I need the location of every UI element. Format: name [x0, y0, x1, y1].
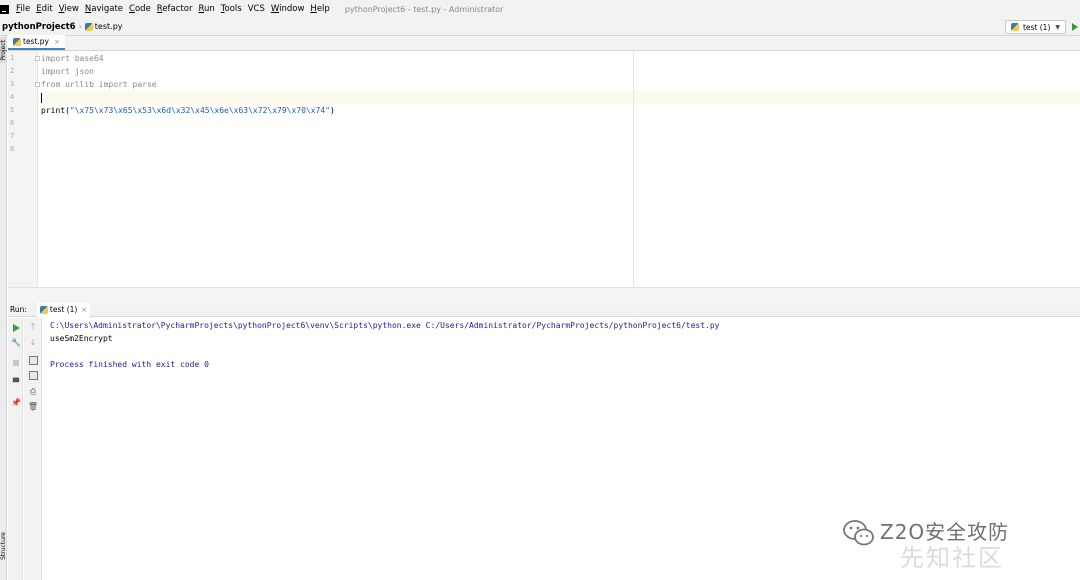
menu-file[interactable]: File	[13, 4, 33, 14]
menu-edit[interactable]: Edit	[33, 4, 55, 14]
breadcrumb-file[interactable]: test.py	[84, 22, 123, 31]
run-label: Run:	[10, 305, 27, 314]
editor-bottom-area	[8, 287, 1080, 303]
soft-wrap-icon[interactable]	[28, 355, 38, 365]
line-number-gutter: 1 2 3 4 5 6 7 8	[8, 51, 40, 287]
code-editor[interactable]: 1 2 3 4 5 6 7 8 import base64 import jso…	[8, 51, 1080, 287]
console-command-line: C:\Users\Administrator\PycharmProjects\p…	[50, 321, 720, 330]
wechat-logo-icon	[843, 520, 874, 546]
pycharm-logo-icon	[0, 4, 9, 14]
menu-window[interactable]: Window	[268, 4, 308, 14]
editor-tab-test-py[interactable]: test.py ×	[8, 35, 65, 50]
fold-start-icon[interactable]	[35, 56, 40, 61]
fold-end-icon[interactable]	[35, 82, 40, 87]
line-number: 7	[10, 132, 15, 140]
line-number: 6	[10, 119, 15, 127]
run-tab-label: test (1)	[49, 305, 78, 314]
line-number: 1	[10, 54, 15, 62]
run-toolbar-secondary: ↑ ↓ ⎙ 🗑	[24, 318, 42, 580]
editor-tab-label: test.py	[23, 37, 49, 46]
close-icon[interactable]: ×	[81, 306, 87, 314]
menu-bar: File Edit View Navigate Code Refactor Ru…	[0, 0, 1080, 18]
stop-button[interactable]	[11, 358, 21, 368]
scroll-to-end-icon[interactable]	[28, 370, 38, 380]
line-number: 3	[10, 80, 15, 88]
line-number: 4	[10, 93, 15, 101]
arrow-down-icon[interactable]: ↓	[28, 338, 38, 348]
close-icon[interactable]: ×	[54, 38, 60, 46]
breadcrumb-project[interactable]: pythonProject6	[2, 22, 76, 32]
code-string-literal: "\x75\x73\x65\x53\x6d\x32\x45\x6e\x63\x7…	[69, 106, 330, 115]
breadcrumb-separator-icon: ›	[78, 22, 82, 31]
chevron-down-icon: ▼	[1055, 23, 1060, 31]
structure-tool-button[interactable]: Structure	[0, 532, 7, 560]
console-exit-line: Process finished with exit code 0	[50, 360, 209, 369]
line-number: 2	[10, 67, 15, 75]
code-line-2: import json	[41, 67, 94, 76]
line-number: 8	[10, 145, 15, 153]
menu-run[interactable]: Run	[195, 4, 217, 14]
layout-icon[interactable]: ▀	[11, 378, 21, 388]
project-tool-button[interactable]: Project	[0, 38, 7, 63]
code-line-4	[41, 91, 1080, 104]
wrench-icon[interactable]: 🔧	[11, 338, 21, 348]
breadcrumb-file-label: test.py	[94, 22, 123, 31]
code-print-call: print(	[41, 106, 70, 115]
menu-view[interactable]: View	[56, 4, 82, 14]
python-file-icon	[84, 22, 93, 31]
run-configuration-dropdown[interactable]: test (1) ▼	[1004, 20, 1066, 34]
menu-tools[interactable]: Tools	[218, 4, 245, 14]
python-file-icon	[1010, 23, 1019, 31]
code-line-1: import base64	[41, 54, 104, 63]
watermark: Z2O安全攻防 先知社区	[840, 514, 1070, 574]
python-file-icon	[13, 37, 21, 46]
code-close-paren: )	[330, 106, 335, 115]
watermark-site: 先知社区	[900, 544, 1004, 572]
menu-code[interactable]: Code	[126, 4, 154, 14]
menu-help[interactable]: Help	[307, 4, 332, 14]
run-tool-window-header: Run: test (1) ×	[8, 302, 1080, 317]
arrow-up-icon[interactable]: ↑	[28, 322, 38, 332]
menu-navigate[interactable]: Navigate	[82, 4, 126, 14]
python-file-icon	[39, 305, 48, 314]
text-caret	[41, 92, 42, 103]
code-line-3: from urllib import parse	[41, 80, 157, 89]
play-icon	[12, 324, 20, 332]
console-output-line: useSm2Encrypt	[50, 334, 113, 343]
run-tab-test-1[interactable]: test (1) ×	[36, 302, 91, 317]
pin-icon[interactable]: 📌	[11, 398, 21, 408]
stop-icon	[13, 360, 19, 366]
run-button[interactable]	[1072, 23, 1078, 31]
window-title: pythonProject6 - test.py - Administrator	[344, 4, 504, 14]
rerun-button[interactable]	[11, 323, 21, 333]
right-margin-guide	[633, 51, 634, 287]
print-icon[interactable]: ⎙	[28, 387, 38, 397]
line-number: 5	[10, 106, 15, 114]
navigation-bar: pythonProject6 › test.py test (1) ▼	[0, 18, 1080, 36]
left-tool-stripe: Project Structure	[0, 36, 7, 580]
run-configuration-label: test (1)	[1022, 22, 1051, 32]
menu-refactor[interactable]: Refactor	[154, 4, 196, 14]
trash-icon[interactable]: 🗑	[28, 402, 38, 412]
run-toolbar-primary: 🔧 ▀ 📌	[8, 318, 23, 580]
code-line-5: print("\x75\x73\x65\x53\x6d\x32\x45\x6e\…	[41, 104, 1080, 117]
menu-vcs[interactable]: VCS	[245, 4, 268, 14]
editor-tab-bar: test.py ×	[8, 35, 1080, 51]
